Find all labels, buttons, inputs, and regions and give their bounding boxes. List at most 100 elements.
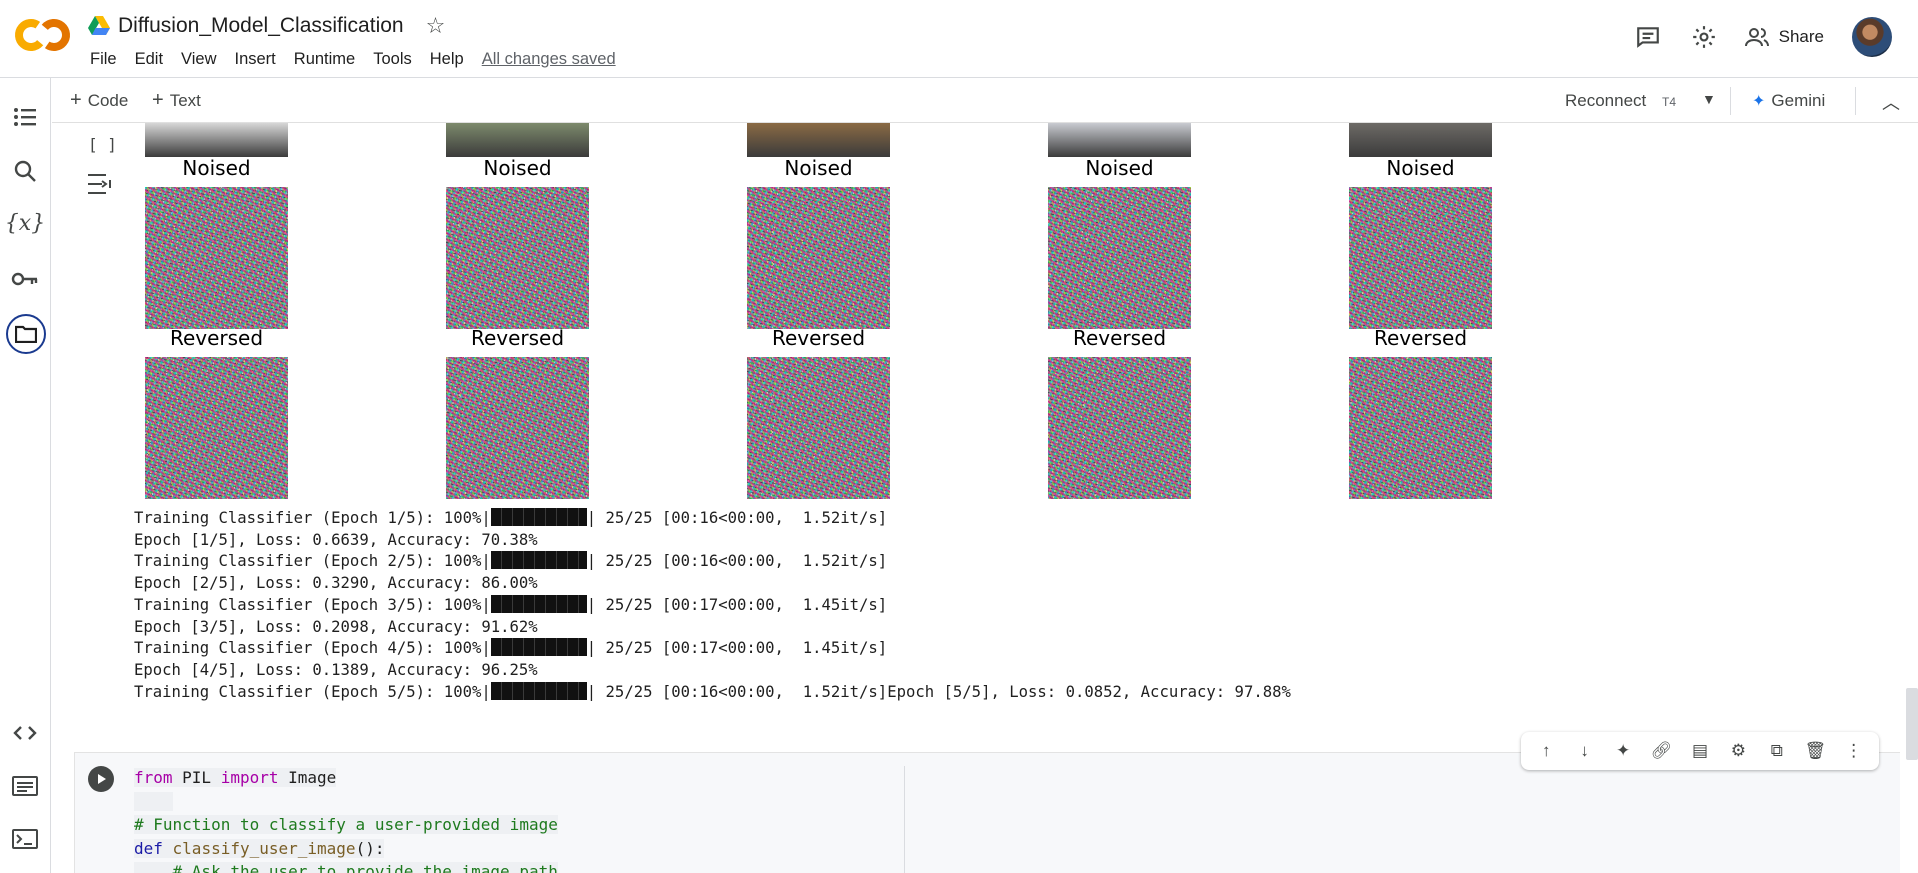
star-icon[interactable]: ☆ bbox=[426, 13, 446, 39]
log-epoch-summary: Epoch [2/5], Loss: 0.3290, Accuracy: 86.… bbox=[134, 574, 538, 593]
save-status[interactable]: All changes saved bbox=[482, 50, 616, 69]
plus-icon: + bbox=[70, 89, 82, 111]
gemini-button[interactable]: ✦ Gemini bbox=[1752, 91, 1825, 111]
menu-insert[interactable]: Insert bbox=[235, 50, 276, 69]
reversed-label: Reversed bbox=[771, 326, 866, 350]
move-cell-down-icon[interactable]: ↓ bbox=[1571, 741, 1599, 761]
reversed-label: Reversed bbox=[470, 326, 565, 350]
settings-gear-icon[interactable] bbox=[1689, 22, 1719, 52]
chevron-up-icon[interactable]: ︿ bbox=[1882, 89, 1900, 115]
log-epoch-summary: Epoch [1/5], Loss: 0.6639, Accuracy: 70.… bbox=[134, 530, 538, 549]
terminal-icon[interactable] bbox=[10, 824, 40, 854]
comments-icon[interactable] bbox=[1633, 22, 1663, 52]
original-image-crop bbox=[747, 123, 890, 157]
code-comment: # Function to classify a user-provided i… bbox=[134, 815, 558, 835]
toolbar-divider bbox=[1855, 87, 1856, 115]
menu-view[interactable]: View bbox=[181, 50, 216, 69]
output-actions-icon[interactable] bbox=[86, 172, 114, 201]
log-line: Epoch [4/5], Loss: 0.1389, Accuracy: 96.… bbox=[134, 660, 1291, 682]
reconnect-button[interactable]: Reconnect bbox=[1565, 91, 1646, 111]
share-button[interactable]: Share bbox=[1744, 26, 1824, 48]
reversed-image bbox=[446, 357, 589, 499]
log-line: Epoch [3/5], Loss: 0.2098, Accuracy: 91.… bbox=[134, 617, 1291, 639]
cell-toolbar: ↑ ↓ ✦ 🔗︎ ▤ ⚙ ⧉ 🗑︎ ⋮ bbox=[1521, 732, 1879, 770]
menu-runtime[interactable]: Runtime bbox=[294, 50, 355, 69]
reversed-label: Reversed bbox=[169, 326, 264, 350]
log-line: Training Classifier (Epoch 4/5): 100%| | … bbox=[134, 638, 1291, 660]
code-column-divider bbox=[904, 766, 905, 873]
noised-label: Noised bbox=[784, 156, 853, 180]
search-icon[interactable] bbox=[10, 156, 40, 186]
noised-label: Noised bbox=[1085, 156, 1154, 180]
comment-icon[interactable]: ▤ bbox=[1686, 741, 1714, 761]
add-code-button[interactable]: + Code bbox=[70, 89, 128, 112]
noised-label: Noised bbox=[483, 156, 552, 180]
log-progress-prefix: Training Classifier (Epoch 4/5): 100%| bbox=[134, 639, 491, 658]
share-label: Share bbox=[1778, 27, 1824, 46]
drive-icon[interactable] bbox=[88, 16, 110, 36]
gemini-sparkle-icon[interactable]: ✦ bbox=[1609, 741, 1637, 761]
menu-help[interactable]: Help bbox=[430, 50, 464, 69]
progress-bar bbox=[490, 681, 587, 700]
noised-label: Noised bbox=[182, 156, 251, 180]
settings-gear-icon[interactable]: ⚙ bbox=[1724, 741, 1752, 761]
link-icon[interactable]: 🔗︎ bbox=[1648, 741, 1676, 761]
add-text-label: Text bbox=[169, 90, 201, 110]
menu-edit[interactable]: Edit bbox=[135, 50, 163, 69]
runtime-dropdown-caret-icon[interactable]: ▼ bbox=[1702, 91, 1716, 107]
progress-bar bbox=[490, 594, 587, 613]
gemini-label: Gemini bbox=[1771, 91, 1826, 110]
colab-logo[interactable] bbox=[14, 14, 72, 56]
files-folder-icon[interactable] bbox=[6, 314, 46, 354]
runtime-gpu-badge: T4 bbox=[1662, 95, 1677, 109]
reversed-label: Reversed bbox=[1072, 326, 1167, 350]
log-line: Epoch [2/5], Loss: 0.3290, Accuracy: 86.… bbox=[134, 573, 1291, 595]
reversed-image bbox=[145, 357, 288, 499]
play-icon bbox=[98, 774, 106, 784]
noised-image bbox=[1349, 187, 1492, 329]
noised-label: Noised bbox=[1386, 156, 1455, 180]
left-sidebar: {x} bbox=[0, 78, 51, 873]
plus-icon: + bbox=[152, 89, 164, 111]
add-text-button[interactable]: + Text bbox=[152, 89, 201, 112]
code-token-keyword: import bbox=[220, 768, 279, 787]
command-palette-icon[interactable] bbox=[10, 771, 40, 801]
scrollbar-thumb[interactable] bbox=[1906, 688, 1918, 760]
mirror-cell-icon[interactable]: ⧉ bbox=[1763, 741, 1791, 761]
user-avatar[interactable] bbox=[1852, 17, 1892, 57]
noised-image bbox=[145, 187, 288, 329]
log-line: Training Classifier (Epoch 1/5): 100%| | … bbox=[134, 508, 1291, 530]
code-token-module: PIL bbox=[172, 768, 221, 787]
secrets-key-icon[interactable] bbox=[10, 264, 40, 294]
code-snippets-icon[interactable] bbox=[10, 718, 40, 748]
menu-bar: File Edit View Insert Runtime Tools Help… bbox=[90, 50, 634, 69]
original-image-crop bbox=[446, 123, 589, 157]
log-progress-prefix: Training Classifier (Epoch 1/5): 100%| bbox=[134, 509, 491, 527]
table-of-contents-icon[interactable] bbox=[10, 102, 40, 132]
reversed-image bbox=[747, 357, 890, 499]
code-editor[interactable]: from PIL import Image # Function to clas… bbox=[134, 766, 558, 873]
menu-file[interactable]: File bbox=[90, 50, 117, 69]
cell-execution-brackets: [ ] bbox=[88, 135, 117, 154]
code-token-keyword: def bbox=[134, 838, 163, 858]
original-image-crop bbox=[145, 123, 288, 157]
original-image-crop bbox=[1349, 123, 1492, 157]
delete-trash-icon[interactable]: 🗑︎ bbox=[1801, 741, 1829, 761]
log-line: Training Classifier (Epoch 2/5): 100%| | … bbox=[134, 551, 1291, 573]
log-progress-suffix: | 25/25 [00:16<00:00, 1.52it/s] bbox=[586, 509, 888, 527]
run-cell-button[interactable] bbox=[88, 766, 114, 792]
code-token-punct: (): bbox=[355, 838, 385, 858]
more-vert-icon[interactable]: ⋮ bbox=[1840, 741, 1868, 761]
document-title[interactable]: Diffusion_Model_Classification bbox=[118, 14, 404, 38]
menu-tools[interactable]: Tools bbox=[373, 50, 412, 69]
noised-image bbox=[446, 187, 589, 329]
log-progress-suffix: | 25/25 [00:16<00:00, 1.52it/s]Epoch [5/… bbox=[586, 682, 1291, 701]
move-cell-up-icon[interactable]: ↑ bbox=[1532, 741, 1560, 761]
header: Diffusion_Model_Classification ☆ File Ed… bbox=[0, 0, 1918, 78]
log-epoch-summary: Epoch [3/5], Loss: 0.2098, Accuracy: 91.… bbox=[134, 617, 538, 636]
original-image-crop bbox=[1048, 123, 1191, 157]
log-line: Epoch [1/5], Loss: 0.6639, Accuracy: 70.… bbox=[134, 530, 1291, 552]
progress-bar bbox=[490, 638, 587, 657]
log-progress-suffix: | 25/25 [00:17<00:00, 1.45it/s] bbox=[586, 639, 888, 658]
variables-icon[interactable]: {x} bbox=[5, 208, 45, 238]
